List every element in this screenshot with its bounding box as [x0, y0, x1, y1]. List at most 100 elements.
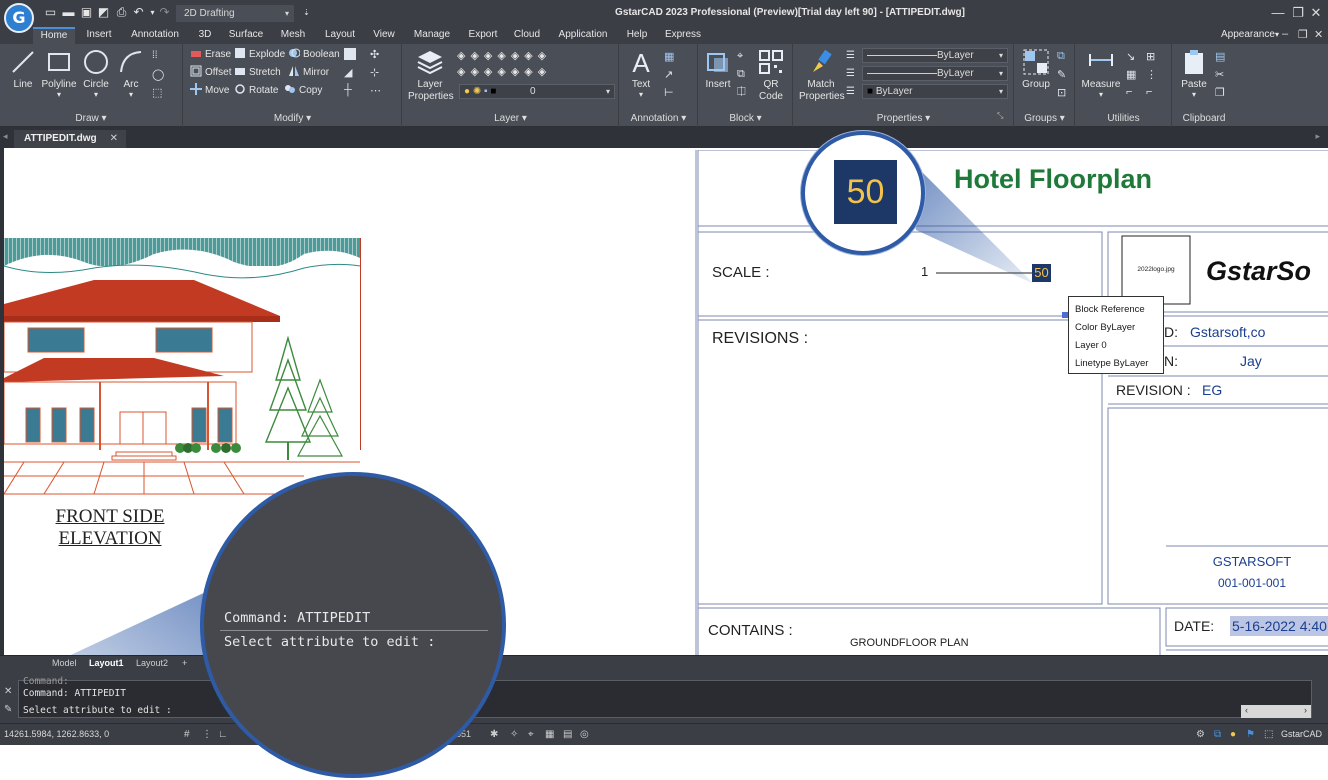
annotation-panel-title[interactable]: Annotation ▾: [620, 113, 697, 124]
stretch-button[interactable]: Stretch: [234, 65, 281, 81]
rotate-button[interactable]: Rotate: [234, 83, 278, 99]
command-settings-icon[interactable]: ✎: [4, 704, 12, 715]
group-button[interactable]: Group: [1019, 48, 1053, 90]
scroll-left-icon[interactable]: ‹: [1245, 705, 1248, 715]
close-icon[interactable]: ✕: [1307, 4, 1325, 22]
tab-export[interactable]: Export: [462, 27, 504, 44]
horizontal-scrollbar[interactable]: ‹ ›: [1241, 705, 1311, 718]
clean-screen-icon[interactable]: ◎: [580, 729, 591, 740]
cut-icon[interactable]: ✂: [1215, 68, 1227, 81]
layer-tools-icons[interactable]: ◈◈◈◈◈◈◈ ◈◈◈◈◈◈◈: [457, 48, 607, 82]
drawing-canvas[interactable]: FRONT SIDE ELEVATION Hotel Floorplan SCA…: [4, 150, 1328, 655]
dimension-icon[interactable]: ⊢: [664, 86, 676, 99]
appearance-menu[interactable]: Appearance▾: [1221, 27, 1279, 44]
lineweight-dropdown[interactable]: ■ ByLayer ▾: [862, 84, 1008, 99]
fullscreen-icon[interactable]: ⬚: [1264, 729, 1275, 740]
tab-layout[interactable]: Layout: [318, 27, 362, 44]
array-icon[interactable]: [344, 48, 356, 60]
scale-icon[interactable]: ✣: [370, 48, 382, 61]
layer-dropdown[interactable]: ● ✺ ▪ ■ 0 ▾: [459, 84, 615, 99]
attribute-icon[interactable]: ⎅: [737, 86, 749, 98]
copy-button[interactable]: Copy: [284, 83, 322, 99]
workspace-select[interactable]: 2D Drafting ▾: [176, 5, 294, 22]
create-block-icon[interactable]: ⧉: [737, 68, 749, 80]
settings-icon[interactable]: ⚙: [1196, 729, 1207, 740]
redo-icon[interactable]: ↷: [158, 6, 171, 19]
ungroup-icon[interactable]: ⧉: [1057, 50, 1069, 62]
file-tab[interactable]: ATTIPEDIT.dwg ✕: [14, 130, 126, 148]
line-button[interactable]: Line: [6, 48, 40, 90]
doc-minimize-icon[interactable]: –: [1282, 28, 1288, 40]
circle-button[interactable]: Circle ▾: [78, 48, 114, 99]
doc-close-icon[interactable]: ✕: [1314, 28, 1323, 41]
tab-help[interactable]: Help: [620, 27, 654, 44]
panel-launcher-icon[interactable]: ⤡: [997, 111, 1009, 123]
print-icon[interactable]: ⎙: [115, 6, 128, 19]
layer-properties-button[interactable]: Layer Properties: [407, 48, 454, 103]
isolate-icon[interactable]: ▦: [545, 729, 556, 740]
measure-button[interactable]: Measure ▾: [1080, 48, 1122, 99]
groups-panel-title[interactable]: Groups ▾: [1015, 113, 1074, 124]
grid-icon[interactable]: #: [184, 729, 195, 740]
annotation-scale-icon[interactable]: ✱: [490, 729, 501, 740]
leader-icon[interactable]: ↗: [664, 68, 676, 81]
scroll-left-icon[interactable]: ◂: [3, 131, 8, 142]
tab-annotation[interactable]: Annotation: [124, 27, 186, 44]
tab-express[interactable]: Express: [660, 27, 706, 44]
move-button[interactable]: Move: [190, 83, 229, 99]
match-properties-button[interactable]: Match Properties: [798, 48, 845, 103]
rectangle-icon[interactable]: ⬚: [152, 86, 164, 99]
date-value[interactable]: 5-16-2022 4:40: [1230, 616, 1328, 636]
properties-panel-title[interactable]: Properties ▾: [794, 113, 1013, 124]
doc-restore-icon[interactable]: ❐: [1298, 28, 1308, 41]
draw-panel-title[interactable]: Draw ▾: [0, 113, 182, 124]
workspace-switch-icon[interactable]: ✧: [510, 729, 521, 740]
notification-icon[interactable]: ⚑: [1246, 729, 1257, 740]
polyline-button[interactable]: Polyline ▾: [40, 48, 78, 99]
tab-application[interactable]: Application: [552, 27, 614, 44]
trim-icon[interactable]: ┼: [344, 84, 356, 96]
text-button[interactable]: A Text ▾: [624, 48, 658, 99]
hardware-accel-icon[interactable]: ▤: [563, 729, 574, 740]
insert-button[interactable]: Insert: [701, 48, 735, 90]
scroll-right-icon[interactable]: ›: [1304, 705, 1307, 715]
erase-button[interactable]: Erase: [190, 47, 231, 63]
front-elevation-drawing[interactable]: [4, 238, 361, 495]
ellipse-icon[interactable]: ◯: [152, 68, 164, 81]
minimize-icon[interactable]: —: [1269, 4, 1287, 22]
tab-layout2[interactable]: Layout2: [136, 657, 168, 670]
hatch-icon[interactable]: ⁞⁞: [152, 50, 164, 62]
ortho-icon[interactable]: ∟: [218, 729, 229, 740]
table-icon[interactable]: ▦: [664, 50, 676, 63]
lock-ui-icon[interactable]: ⧉: [1214, 729, 1225, 740]
paste-button[interactable]: Paste ▾: [1177, 48, 1211, 99]
fillet-icon[interactable]: ◢: [344, 66, 356, 79]
quick-select-icon[interactable]: ⋮: [1146, 68, 1158, 81]
boolean-button[interactable]: Boolean: [288, 47, 340, 63]
tab-layout1[interactable]: Layout1: [89, 657, 124, 670]
new-file-icon[interactable]: ▭: [44, 6, 57, 19]
color-dropdown[interactable]: ByLayer ▾: [862, 48, 1008, 63]
explode-button[interactable]: Explode: [234, 47, 285, 63]
scroll-right-icon[interactable]: ▸: [1315, 131, 1320, 142]
snap-icon[interactable]: ⋮: [202, 729, 213, 740]
block-editor-icon[interactable]: ⌖: [737, 50, 749, 62]
tab-insert[interactable]: Insert: [80, 27, 118, 44]
save-icon[interactable]: ▣: [80, 6, 93, 19]
break-icon[interactable]: ⋯: [370, 84, 382, 97]
linetype-dropdown[interactable]: ByLayer ▾: [862, 66, 1008, 81]
scale-right-value[interactable]: 50: [1032, 264, 1051, 282]
tab-view[interactable]: View: [368, 27, 400, 44]
tab-surface[interactable]: Surface: [224, 27, 268, 44]
tab-cloud[interactable]: Cloud: [508, 27, 546, 44]
tab-model[interactable]: Model: [52, 657, 77, 670]
modify-panel-title[interactable]: Modify ▾: [184, 113, 401, 124]
mirror-button[interactable]: Mirror: [288, 65, 329, 81]
customize-toolbar-icon[interactable]: ⇣: [300, 6, 313, 19]
save-as-icon[interactable]: ◩: [97, 6, 110, 19]
qr-code-button[interactable]: QR Code: [753, 48, 789, 103]
calculator-icon[interactable]: ▦: [1126, 68, 1138, 81]
undo-icon[interactable]: ↶: [132, 6, 145, 19]
extend-icon[interactable]: ⊹: [370, 66, 382, 79]
copy-clip-icon[interactable]: ▤: [1215, 50, 1227, 63]
